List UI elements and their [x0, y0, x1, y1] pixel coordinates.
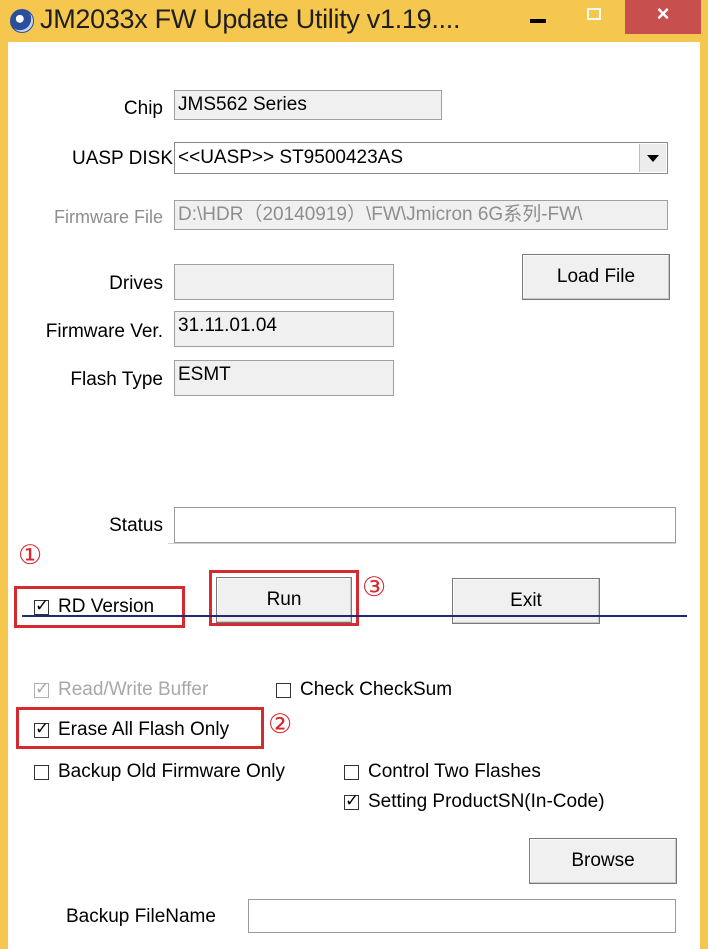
- control-two-flashes-label: Control Two Flashes: [368, 761, 541, 782]
- uasp-disk-select[interactable]: <<UASP>> ST9500423AS: [174, 142, 668, 174]
- setting-product-sn-label: Setting ProductSN(In-Code): [368, 791, 605, 812]
- chevron-down-icon: [647, 154, 659, 162]
- control-two-flashes-checkbox[interactable]: Control Two Flashes: [344, 761, 541, 783]
- backup-filename-input[interactable]: [248, 899, 676, 933]
- window-title: JM2033x FW Update Utility v1.19....: [40, 4, 461, 34]
- load-file-button[interactable]: Load File: [522, 254, 670, 300]
- app-logo-icon: [10, 9, 34, 33]
- backup-filename-label: Backup FileName: [66, 906, 216, 927]
- read-write-buffer-label: Read/Write Buffer: [58, 679, 209, 700]
- maximize-button[interactable]: [571, 0, 617, 34]
- chip-label: Chip: [123, 98, 163, 119]
- firmware-file-field: D:\HDR（20140919）\FW\Jmicron 6G系列-FW\: [174, 200, 668, 230]
- firmware-ver-label: Firmware Ver.: [45, 321, 163, 342]
- browse-button[interactable]: Browse: [529, 838, 677, 884]
- status-label: Status: [109, 515, 163, 536]
- flash-type-field: ESMT: [174, 360, 394, 396]
- backup-old-firmware-only-checkbox[interactable]: Backup Old Firmware Only: [34, 761, 285, 783]
- close-icon: ×: [656, 1, 670, 26]
- drives-label: Drives: [109, 273, 163, 294]
- drives-field: [174, 264, 394, 300]
- section-divider: [22, 615, 687, 617]
- erase-all-flash-only-checkbox[interactable]: Erase All Flash Only: [34, 719, 229, 741]
- checkbox-checked-icon: [34, 679, 49, 699]
- checkbox-checked-icon: [34, 596, 49, 616]
- read-write-buffer-checkbox: Read/Write Buffer: [34, 679, 208, 701]
- checkbox-unchecked-icon: [34, 764, 49, 780]
- step-3-marker: ③: [362, 572, 387, 603]
- checkbox-unchecked-icon: [276, 682, 291, 698]
- firmware-ver-field: 31.11.01.04: [174, 311, 394, 347]
- close-button[interactable]: ×: [625, 0, 701, 34]
- minimize-icon: [530, 19, 546, 23]
- app-window: JM2033x FW Update Utility v1.19.... × Ch…: [0, 0, 708, 949]
- erase-all-flash-only-label: Erase All Flash Only: [58, 719, 230, 740]
- firmware-file-label: Firmware File: [53, 207, 163, 227]
- dropdown-button[interactable]: [639, 144, 666, 172]
- title-bar[interactable]: JM2033x FW Update Utility v1.19.... ×: [0, 0, 708, 42]
- flash-type-label: Flash Type: [70, 369, 163, 390]
- step-3-highlight: [209, 570, 359, 626]
- checkbox-checked-icon: [344, 791, 359, 811]
- setting-product-sn-checkbox[interactable]: Setting ProductSN(In-Code): [344, 791, 605, 813]
- check-checksum-label: Check CheckSum: [300, 679, 453, 700]
- uasp-disk-value: <<UASP>> ST9500423AS: [178, 147, 403, 168]
- exit-button[interactable]: Exit: [452, 578, 600, 624]
- checkbox-unchecked-icon: [344, 764, 359, 780]
- maximize-icon: [587, 8, 601, 20]
- uasp-disk-label: UASP DISK: [71, 148, 173, 169]
- backup-old-firmware-only-label: Backup Old Firmware Only: [58, 761, 286, 782]
- step-1-marker: ①: [18, 540, 43, 571]
- chip-field: JMS562 Series: [174, 90, 442, 120]
- step-2-marker: ②: [268, 709, 293, 740]
- status-progress-track: [168, 543, 676, 544]
- status-field: [174, 507, 676, 543]
- checkbox-checked-icon: [34, 719, 49, 739]
- minimize-button[interactable]: [515, 0, 561, 34]
- check-checksum-checkbox[interactable]: Check CheckSum: [276, 679, 452, 701]
